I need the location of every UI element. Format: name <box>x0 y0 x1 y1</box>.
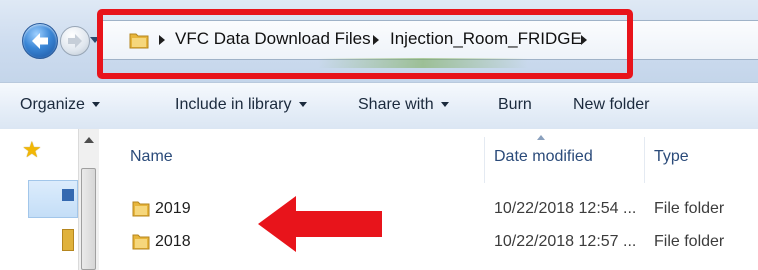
folder-icon <box>132 201 150 217</box>
include-in-library-menu[interactable]: Include in library <box>175 96 307 114</box>
nav-pane-scrollbar[interactable] <box>78 129 100 270</box>
burn-button[interactable]: Burn <box>498 96 532 114</box>
scrollbar-thumb[interactable] <box>81 168 96 270</box>
column-header-name[interactable]: Name <box>130 148 173 166</box>
computer-icon <box>62 189 74 201</box>
file-type: File folder <box>654 233 725 250</box>
organize-label: Organize <box>20 96 85 113</box>
new-folder-button[interactable]: New folder <box>573 96 649 114</box>
scroll-up-arrow-icon[interactable] <box>84 137 94 143</box>
list-item[interactable]: 2018 10/22/2018 12:57 ... File folder <box>99 227 758 257</box>
list-item[interactable]: 2019 10/22/2018 12:54 ... File folder <box>99 194 758 224</box>
forward-arrow-icon <box>68 34 82 48</box>
annotation-highlight-box <box>97 9 633 79</box>
navigation-pane: ★ <box>0 129 78 270</box>
command-bar: Organize Include in library Share with B… <box>0 82 758 130</box>
column-divider[interactable] <box>484 137 485 183</box>
star-icon[interactable]: ★ <box>22 137 42 163</box>
file-date-modified: 10/22/2018 12:57 ... <box>494 233 637 250</box>
file-list: Name Date modified Type 2019 10/22/2018 … <box>99 129 758 270</box>
file-name: 2018 <box>155 233 191 250</box>
back-arrow-icon <box>32 33 48 49</box>
share-with-label: Share with <box>358 96 434 113</box>
file-type: File folder <box>654 200 725 217</box>
column-header-type[interactable]: Type <box>654 148 689 166</box>
organize-menu[interactable]: Organize <box>20 96 100 114</box>
back-button[interactable] <box>22 23 58 59</box>
include-in-library-label: Include in library <box>175 96 292 113</box>
column-header-date-modified[interactable]: Date modified <box>494 148 593 166</box>
chevron-down-icon <box>440 102 449 108</box>
column-divider[interactable] <box>644 137 645 183</box>
file-date-modified: 10/22/2018 12:54 ... <box>494 200 637 217</box>
chevron-down-icon <box>91 102 100 108</box>
folder-icon <box>62 229 74 251</box>
forward-button[interactable] <box>60 26 90 56</box>
chevron-down-icon <box>298 102 307 108</box>
share-with-menu[interactable]: Share with <box>358 96 449 114</box>
sort-indicator-icon <box>537 135 545 140</box>
annotation-arrow-icon <box>258 196 382 252</box>
title-bar: VFC Data Download Files Injection_Room_F… <box>0 0 758 82</box>
file-name: 2019 <box>155 200 191 217</box>
folder-icon <box>132 234 150 250</box>
